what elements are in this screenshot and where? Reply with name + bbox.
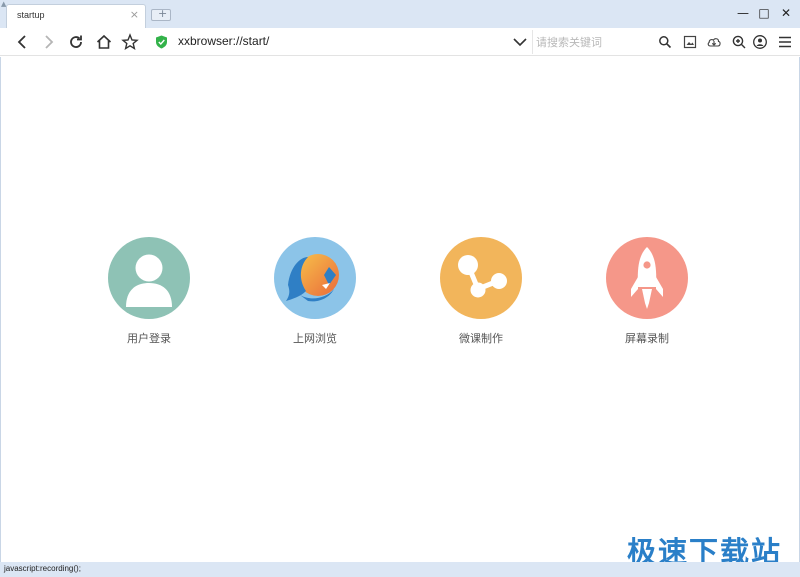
new-tab-button[interactable]: +: [151, 7, 171, 21]
zoom-icon: [732, 35, 746, 49]
screenshot-button[interactable]: [682, 34, 698, 50]
micro-course-circle: [440, 237, 522, 319]
bookmark-button[interactable]: [120, 32, 140, 52]
user-login-circle: [108, 237, 190, 319]
home-button[interactable]: [94, 32, 114, 52]
feature-label: 上网浏览: [293, 332, 337, 345]
screen-record-circle: [606, 237, 688, 319]
star-icon: [121, 33, 139, 50]
browse-circle: [274, 237, 356, 319]
maximize-button[interactable]: □: [755, 5, 773, 21]
feature-label: 用户登录: [127, 332, 171, 345]
toolbar: xxbrowser://start/: [0, 28, 800, 56]
close-window-button[interactable]: ✕: [777, 5, 795, 21]
feature-label: 屏幕录制: [625, 332, 669, 345]
menu-button[interactable]: [777, 34, 793, 50]
feature-screen-record[interactable]: 屏幕录制: [592, 237, 702, 346]
zoom-button[interactable]: [731, 34, 747, 50]
forward-button[interactable]: [38, 32, 58, 52]
back-button[interactable]: [13, 32, 33, 52]
feature-micro-course[interactable]: 微课制作: [426, 237, 536, 346]
menu-icon: [779, 36, 791, 48]
minimize-button[interactable]: —: [734, 5, 752, 21]
download-icon: [707, 38, 721, 47]
reload-icon: [70, 35, 82, 48]
browser-icon: [286, 254, 339, 302]
screenshot-icon: [683, 35, 697, 49]
feature-label: 微课制作: [459, 332, 503, 345]
account-button[interactable]: [752, 34, 768, 50]
address-bar[interactable]: xxbrowser://start/: [178, 34, 269, 48]
tab-startup[interactable]: startup ×: [6, 4, 146, 28]
home-icon: [96, 34, 112, 49]
search-icon[interactable]: [657, 34, 673, 50]
start-page: 用户登录 上网浏览 微课制作 屏幕录制 极速下载站: [0, 57, 800, 569]
search-input[interactable]: [536, 33, 654, 51]
shield-icon: [156, 35, 167, 49]
reload-button[interactable]: [66, 32, 86, 52]
user-icon: [126, 254, 172, 307]
rocket-icon: [631, 247, 663, 309]
search-box: [532, 30, 678, 54]
user-icon: [753, 35, 767, 49]
title-bar: ▲ startup × + — □ ✕: [0, 0, 800, 28]
plus-icon: +: [158, 7, 168, 20]
status-text: javascript:recording();: [4, 564, 81, 573]
status-bar: javascript:recording();: [0, 562, 800, 577]
forward-icon: [45, 35, 54, 49]
feature-user-login[interactable]: 用户登录: [94, 237, 204, 346]
chevron-down-icon[interactable]: [512, 35, 528, 49]
download-button[interactable]: [706, 34, 722, 50]
tab-close-button[interactable]: ×: [130, 8, 139, 22]
tab-title: startup: [17, 10, 45, 20]
back-icon: [17, 35, 26, 49]
share-icon: [458, 255, 507, 298]
feature-browse[interactable]: 上网浏览: [260, 237, 370, 346]
